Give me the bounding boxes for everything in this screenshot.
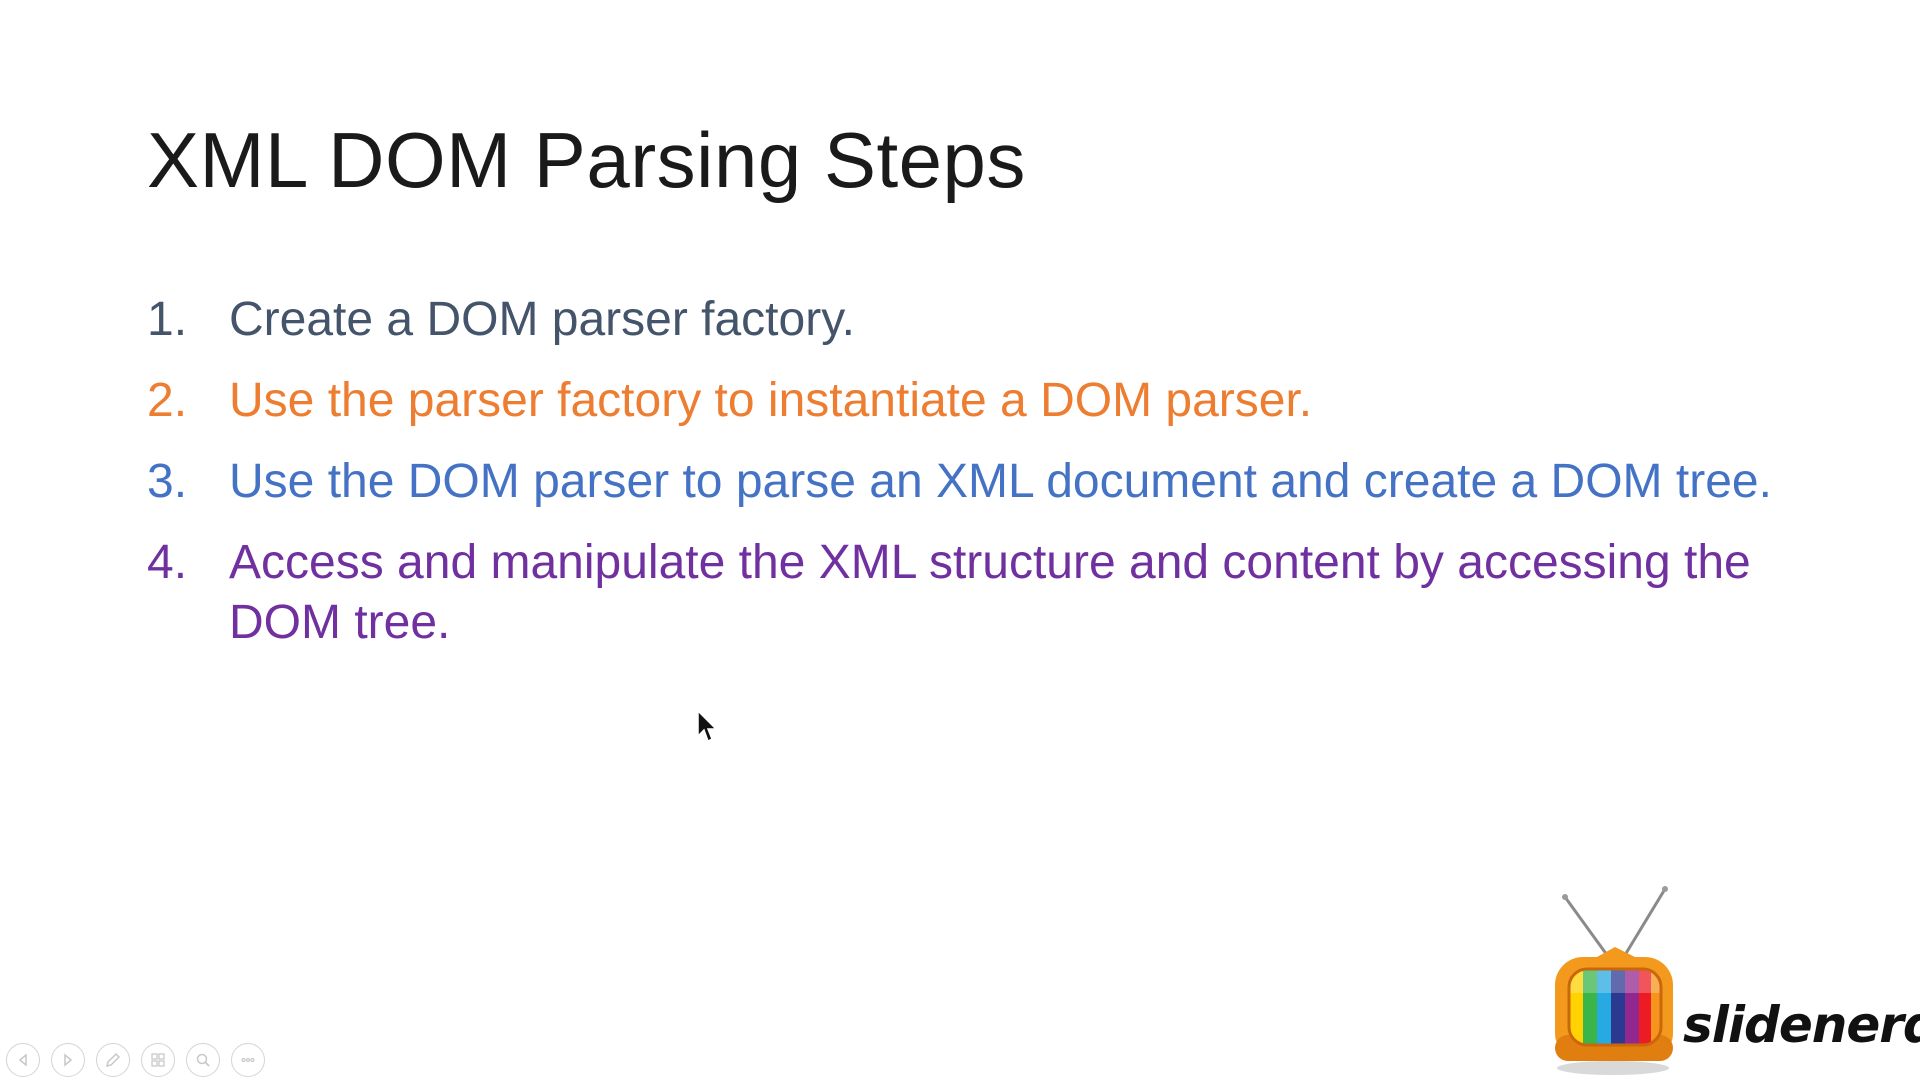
next-slide-icon bbox=[64, 1053, 73, 1067]
more-options-icon bbox=[241, 1057, 255, 1063]
step-text: Access and manipulate the XML structure … bbox=[229, 536, 1751, 649]
pen-button[interactable] bbox=[96, 1043, 130, 1077]
slide: XML DOM Parsing Steps 1. Create a DOM pa… bbox=[0, 0, 1920, 1080]
slidenerd-logo: slidenerd bbox=[1545, 885, 1920, 1080]
zoom-icon bbox=[196, 1053, 210, 1067]
mouse-cursor-icon bbox=[697, 709, 719, 744]
step-item: 3. Use the DOM parser to parse an XML do… bbox=[147, 452, 1787, 512]
step-number: 4. bbox=[147, 536, 188, 589]
step-item: 2. Use the parser factory to instantiate… bbox=[147, 371, 1787, 431]
step-item: 4. Access and manipulate the XML structu… bbox=[147, 533, 1787, 653]
previous-slide-icon bbox=[18, 1053, 27, 1067]
previous-slide-button[interactable] bbox=[6, 1043, 40, 1077]
see-all-slides-button[interactable] bbox=[141, 1043, 175, 1077]
slide-title: XML DOM Parsing Steps bbox=[147, 116, 1026, 204]
next-slide-button[interactable] bbox=[51, 1043, 85, 1077]
step-text: Use the parser factory to instantiate a … bbox=[229, 374, 1313, 427]
zoom-button[interactable] bbox=[186, 1043, 220, 1077]
step-number: 3. bbox=[147, 455, 188, 508]
step-text: Use the DOM parser to parse an XML docum… bbox=[229, 455, 1772, 508]
tv-icon bbox=[1555, 886, 1673, 1075]
step-item: 1. Create a DOM parser factory. bbox=[147, 290, 1787, 350]
step-number: 2. bbox=[147, 374, 188, 427]
step-number: 1. bbox=[147, 293, 188, 346]
pen-icon bbox=[105, 1052, 121, 1068]
steps-list: 1. Create a DOM parser factory. 2. Use t… bbox=[147, 290, 1787, 674]
slides-grid-icon bbox=[151, 1053, 165, 1067]
more-options-button[interactable] bbox=[231, 1043, 265, 1077]
slideshow-toolbar bbox=[6, 1043, 265, 1077]
step-text: Create a DOM parser factory. bbox=[229, 293, 855, 346]
logo-wordmark: slidenerd bbox=[1683, 996, 1920, 1054]
